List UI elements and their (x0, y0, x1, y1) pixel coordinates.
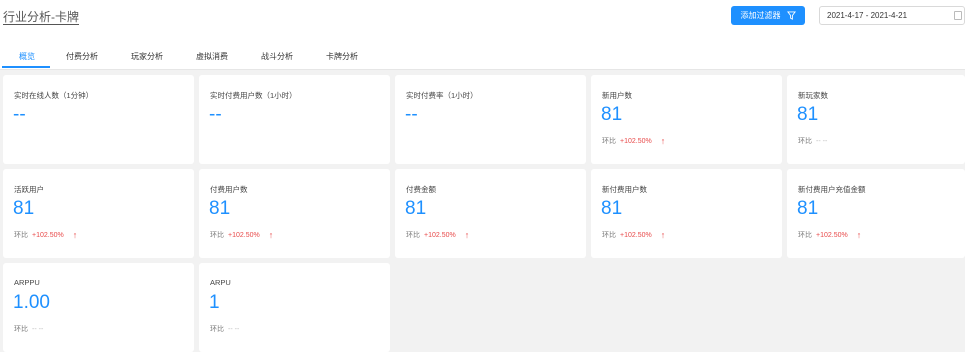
ratio-value: +102.50% (620, 231, 652, 239)
metric-label: ARPPU (14, 278, 40, 287)
filter-icon (786, 11, 796, 20)
metric-card-new-paying-users: 新付费用户数 81 环比 +102.50% ↑ (591, 169, 782, 258)
tab-bar: 概览 付费分析 玩家分析 虚拟消费 战斗分析 卡牌分析 (0, 34, 965, 70)
date-range-picker[interactable]: 2021-4-17 - 2021-4-21 (819, 6, 965, 25)
tab-overview[interactable]: 概览 (19, 51, 35, 62)
ratio-value: +102.50% (816, 231, 848, 239)
metric-card-arppu: ARPPU 1.00 环比 -- -- (3, 263, 194, 352)
metric-card-new-players: 新玩家数 81 环比 -- -- (787, 75, 965, 164)
metric-card-new-paying-recharge: 新付费用户充值金额 81 环比 +102.50% ↑ (787, 169, 965, 258)
metric-label: 活跃用户 (14, 185, 44, 194)
ratio-label: 环比 (602, 232, 616, 239)
arrow-up-icon: ↑ (72, 230, 78, 240)
metric-card-realtime-paying-users: 实时付费用户数（1小时） -- (199, 75, 390, 164)
ratio-label: 环比 (602, 138, 616, 145)
metric-label: 付费用户数 (210, 185, 248, 194)
ratio-label: 环比 (798, 232, 812, 239)
ratio-label: 环比 (798, 138, 812, 145)
ratio-value: +102.50% (228, 231, 260, 239)
tab-player-analysis[interactable]: 玩家分析 (131, 51, 163, 62)
date-range-value: 2021-4-17 - 2021-4-21 (827, 11, 908, 20)
metric-ratio: 环比 -- -- (14, 324, 43, 334)
metric-value: 1.00 (13, 292, 50, 313)
metric-value: -- (209, 104, 222, 125)
top-bar: 行业分析-卡牌 添加过滤器 2021-4-17 - 2021-4-21 (0, 0, 965, 34)
metric-label: 新玩家数 (798, 91, 828, 100)
ratio-label: 环比 (14, 326, 28, 333)
ratio-label: 环比 (406, 232, 420, 239)
arrow-up-icon: ↑ (856, 230, 862, 240)
metric-value: 81 (405, 198, 427, 219)
metric-value: 81 (209, 198, 231, 219)
arrow-up-icon: ↑ (660, 136, 666, 146)
ratio-label: 环比 (14, 232, 28, 239)
metric-label: 实时付费用户数（1小时） (210, 91, 297, 100)
tab-battle-analysis[interactable]: 战斗分析 (261, 51, 293, 62)
calendar-icon[interactable] (954, 11, 962, 20)
metric-value: -- (13, 104, 26, 125)
ratio-label: 环比 (210, 232, 224, 239)
metric-label: 新付费用户充值金额 (798, 185, 866, 194)
arrow-up-icon: ↑ (464, 230, 470, 240)
ratio-value: +102.50% (424, 231, 456, 239)
metric-label: 付费金额 (406, 185, 436, 194)
ratio-label: 环比 (210, 326, 224, 333)
ratio-value: -- -- (228, 325, 240, 333)
arrow-up-icon: ↑ (660, 230, 666, 240)
metric-card-active-users: 活跃用户 81 环比 +102.50% ↑ (3, 169, 194, 258)
metric-ratio: 环比 +102.50% ↑ (210, 230, 273, 240)
metric-ratio: 环比 -- -- (210, 324, 239, 334)
ratio-value: -- -- (816, 137, 828, 145)
add-filter-button[interactable]: 添加过滤器 (731, 6, 805, 25)
metric-label: 新付费用户数 (602, 185, 647, 194)
add-filter-label: 添加过滤器 (740, 11, 781, 20)
metric-card-new-users: 新用户数 81 环比 +102.50% ↑ (591, 75, 782, 164)
metric-ratio: 环比 +102.50% ↑ (602, 230, 665, 240)
ratio-value: +102.50% (620, 137, 652, 145)
metric-card-arpu: ARPU 1 环比 -- -- (199, 263, 390, 352)
metric-value: 1 (209, 292, 220, 313)
metric-value: 81 (13, 198, 35, 219)
ratio-value: -- -- (32, 325, 44, 333)
metric-card-realtime-pay-rate: 实时付费率（1小时） -- (395, 75, 586, 164)
metric-label: 实时在线人数（1分钟） (14, 91, 94, 100)
active-tab-indicator (2, 66, 50, 68)
metric-value: 81 (601, 198, 623, 219)
metric-ratio: 环比 -- -- (798, 136, 827, 146)
metric-value: 81 (797, 198, 819, 219)
tab-virtual-consumption[interactable]: 虚拟消费 (196, 51, 228, 62)
tab-card-analysis[interactable]: 卡牌分析 (326, 51, 358, 62)
tab-payment-analysis[interactable]: 付费分析 (66, 51, 98, 62)
metric-card-payment-amount: 付费金额 81 环比 +102.50% ↑ (395, 169, 586, 258)
metric-value: 81 (601, 104, 623, 125)
metric-card-realtime-online: 实时在线人数（1分钟） -- (3, 75, 194, 164)
page-title: 行业分析-卡牌 (3, 10, 79, 24)
metric-value: -- (405, 104, 418, 125)
metric-ratio: 环比 +102.50% ↑ (14, 230, 77, 240)
metric-label: 新用户数 (602, 91, 632, 100)
metric-value: 81 (797, 104, 819, 125)
metric-label: ARPU (210, 278, 231, 287)
metric-ratio: 环比 +102.50% ↑ (798, 230, 861, 240)
arrow-up-icon: ↑ (268, 230, 274, 240)
metric-card-paying-users: 付费用户数 81 环比 +102.50% ↑ (199, 169, 390, 258)
metric-ratio: 环比 +102.50% ↑ (406, 230, 469, 240)
ratio-value: +102.50% (32, 231, 64, 239)
metric-ratio: 环比 +102.50% ↑ (602, 136, 665, 146)
metric-label: 实时付费率（1小时） (406, 91, 478, 100)
